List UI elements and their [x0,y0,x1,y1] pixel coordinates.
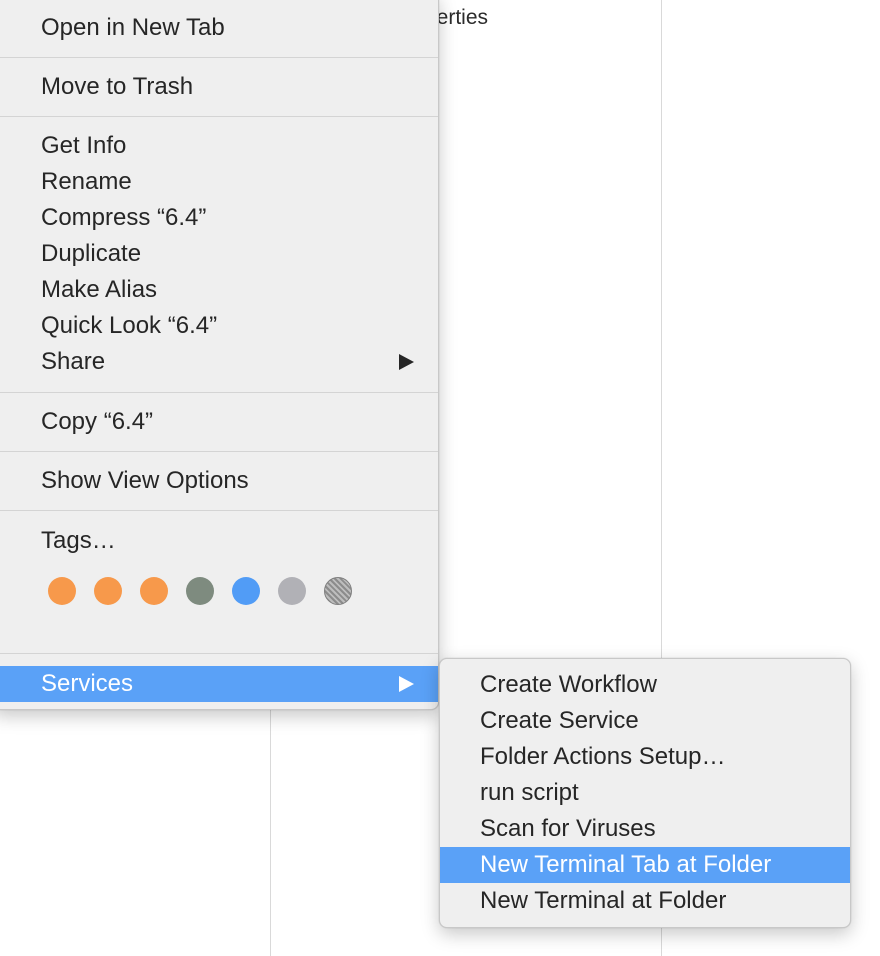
menu-item-label: Get Info [41,132,127,159]
tag-orange-dot[interactable] [48,577,76,605]
menu-item-tags[interactable]: Tags… [0,523,438,559]
menu-item-label: New Terminal at Folder [480,887,727,914]
menu-separator [0,57,438,58]
menu-item-label: Make Alias [41,276,158,303]
submenu-arrow-icon [396,344,416,380]
menu-item-label: Tags… [41,527,116,554]
services-item-create-workflow[interactable]: Create Workflow [440,667,850,703]
menu-separator [0,392,438,393]
menu-item-services[interactable]: Services [0,666,438,702]
tag-all-tags-dot[interactable] [324,577,352,605]
menu-item-duplicate[interactable]: Duplicate [0,236,438,272]
menu-item-make-alias[interactable]: Make Alias [0,272,438,308]
menu-item-compress[interactable]: Compress “6.4” [0,200,438,236]
menu-item-label: Duplicate [41,240,142,267]
tag-orange-dot[interactable] [94,577,122,605]
menu-item-label: Show View Options [41,467,249,494]
services-item-new-terminal[interactable]: New Terminal at Folder [440,883,850,919]
menu-item-label: Move to Trash [41,73,194,100]
menu-item-label: New Terminal Tab at Folder [480,851,772,878]
tag-blue-dot[interactable] [232,577,260,605]
menu-item-label: Folder Actions Setup… [480,743,726,770]
services-item-folder-actions-setup[interactable]: Folder Actions Setup… [440,739,850,775]
menu-item-rename[interactable]: Rename [0,164,438,200]
menu-item-copy[interactable]: Copy “6.4” [0,404,438,440]
submenu-arrow-icon [396,666,416,702]
menu-item-label: Rename [41,168,132,195]
menu-separator [0,116,438,117]
menu-item-label: Copy “6.4” [41,408,154,435]
menu-separator [0,653,438,654]
menu-item-label: Scan for Viruses [480,815,656,842]
menu-item-label: Services [41,670,134,697]
menu-item-share[interactable]: Share [0,344,438,380]
services-submenu: Create Workflow Create Service Folder Ac… [439,658,851,928]
menu-item-open-in-new-tab[interactable]: Open in New Tab [0,10,438,46]
menu-item-quick-look[interactable]: Quick Look “6.4” [0,308,438,344]
context-menu: Open in New Tab Move to Trash Get Info R… [0,0,439,710]
menu-item-label: Share [41,348,106,375]
tag-orange-dot[interactable] [140,577,168,605]
menu-item-label: Compress “6.4” [41,204,207,231]
menu-item-label: Open in New Tab [41,14,225,41]
menu-item-show-view-options[interactable]: Show View Options [0,463,438,499]
menu-item-label: run script [480,779,579,806]
menu-item-get-info[interactable]: Get Info [0,128,438,164]
services-item-scan-for-viruses[interactable]: Scan for Viruses [440,811,850,847]
tag-color-row [48,577,352,605]
services-item-run-script[interactable]: run script [440,775,850,811]
tag-gray-green-dot[interactable] [186,577,214,605]
menu-item-label: Quick Look “6.4” [41,312,218,339]
menu-separator [0,510,438,511]
menu-item-label: Create Service [480,707,639,734]
menu-item-label: Create Workflow [480,671,657,698]
menu-item-move-to-trash[interactable]: Move to Trash [0,69,438,105]
tag-gray-dot[interactable] [278,577,306,605]
services-item-new-terminal-tab[interactable]: New Terminal Tab at Folder [440,847,850,883]
services-item-create-service[interactable]: Create Service [440,703,850,739]
menu-separator [0,451,438,452]
